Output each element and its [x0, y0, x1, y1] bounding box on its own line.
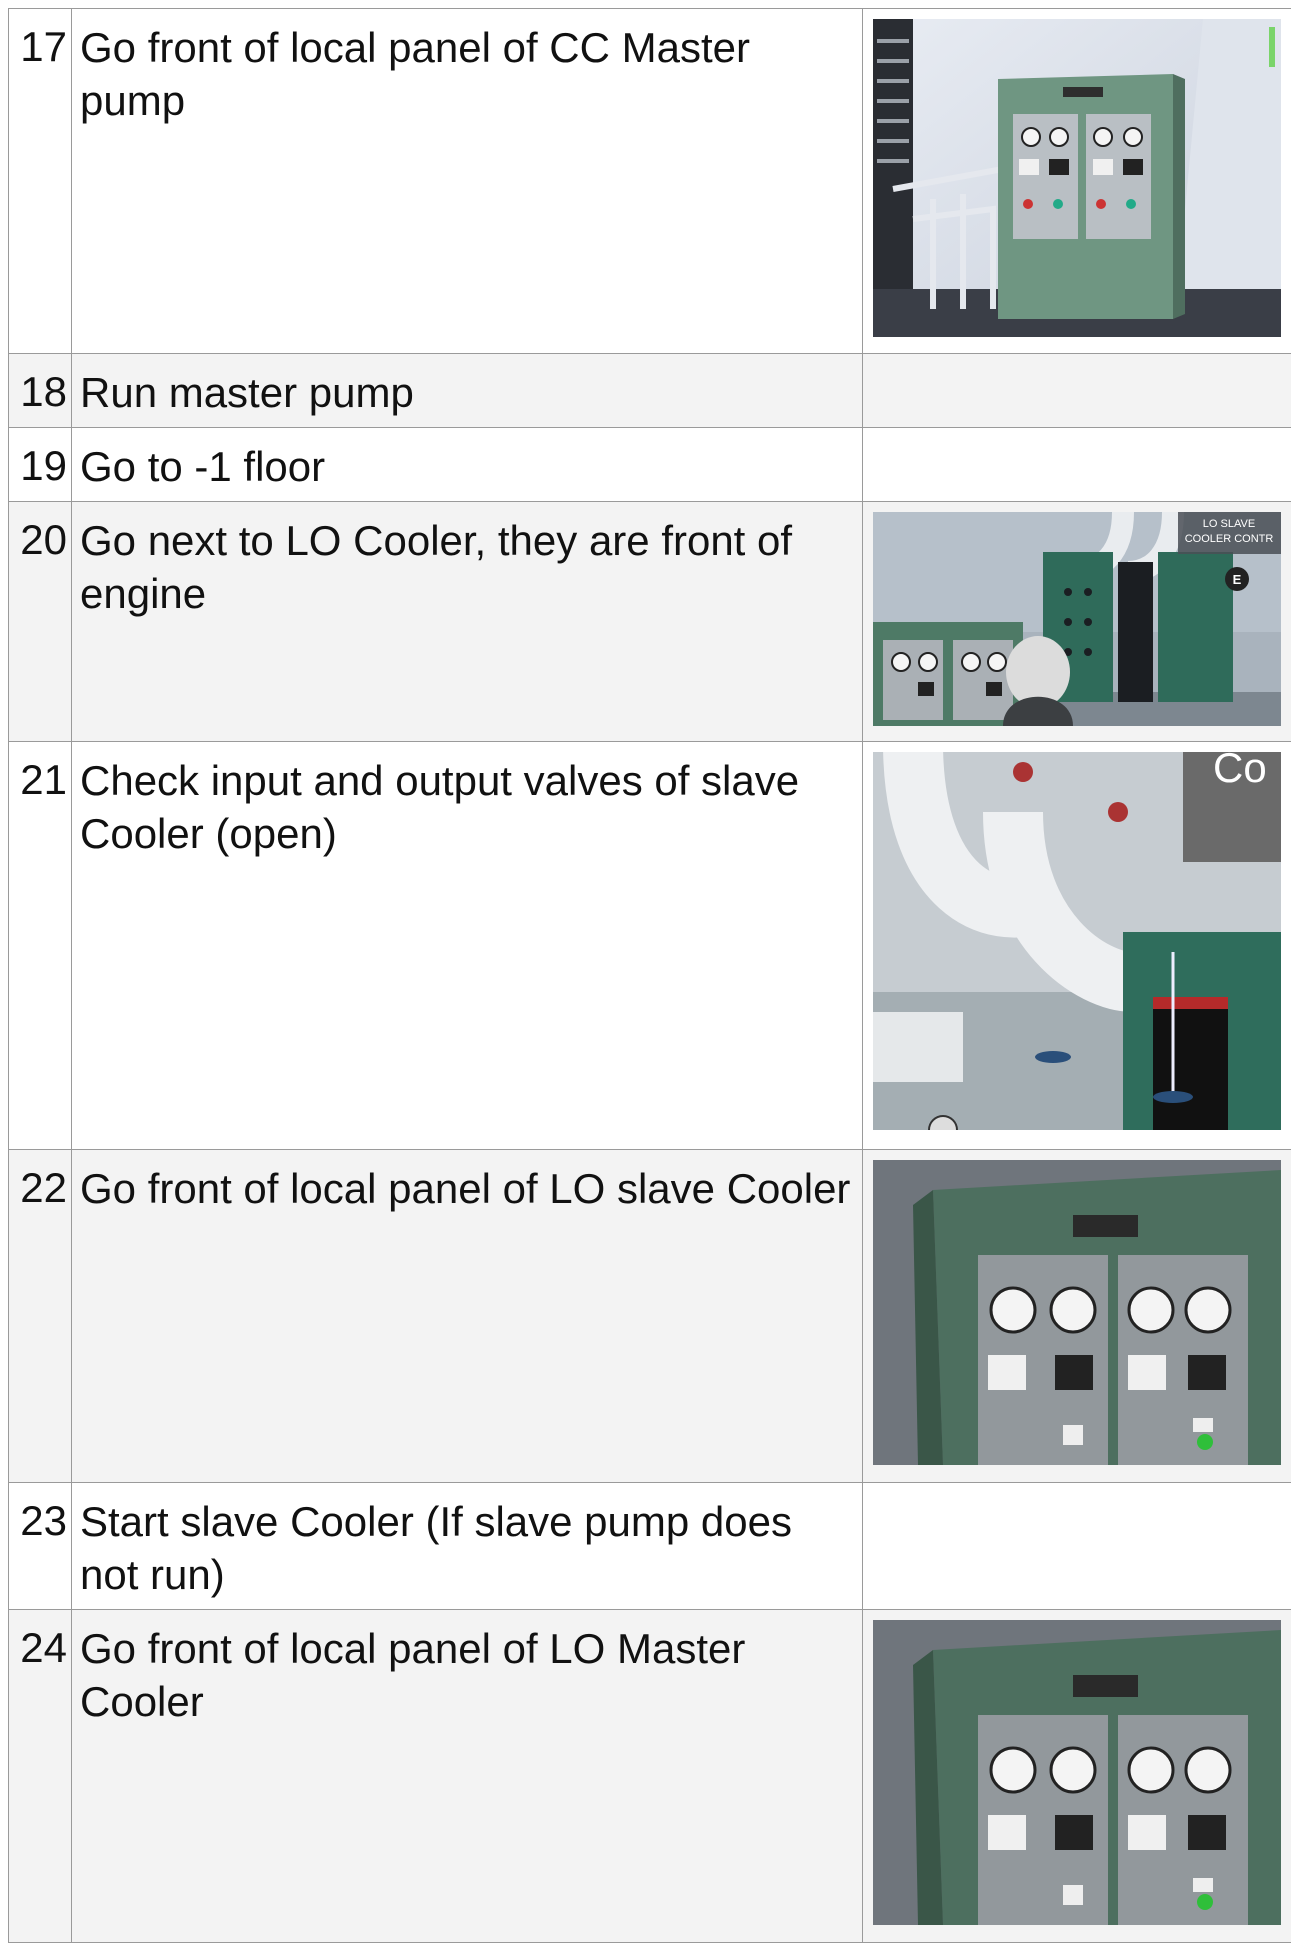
- key-hint-icon: E: [1233, 572, 1242, 587]
- step-number: 22: [8, 1150, 72, 1482]
- step-image-cell: [863, 1150, 1291, 1482]
- cc-master-pump-panel-image: [873, 19, 1281, 337]
- step-image-cell: [863, 1483, 1291, 1609]
- table-row: 23 Start slave Cooler (If slave pump doe…: [8, 1482, 1291, 1609]
- step-instruction: Go to -1 floor: [72, 428, 863, 501]
- step-instruction: Go front of local panel of CC Master pum…: [72, 9, 863, 353]
- step-image-cell: LO SLAVE COOLER CONTR E: [863, 502, 1291, 741]
- step-instruction: Go front of local panel of LO slave Cool…: [72, 1150, 863, 1482]
- table-row: 19 Go to -1 floor: [8, 427, 1291, 501]
- procedure-table: 17 Go front of local panel of CC Master …: [8, 8, 1291, 1943]
- step-instruction: Check input and output valves of slave C…: [72, 742, 863, 1149]
- slave-cooler-valves-image: Co: [873, 752, 1281, 1130]
- step-image-cell: [863, 1610, 1291, 1942]
- step-instruction: Start slave Cooler (If slave pump does n…: [72, 1483, 863, 1609]
- step-image-cell: Co: [863, 742, 1291, 1149]
- step-image-cell: [863, 9, 1291, 353]
- table-row: 22 Go front of local panel of LO slave C…: [8, 1149, 1291, 1482]
- step-number: 23: [8, 1483, 72, 1609]
- overlay-label: LO SLAVE: [1203, 518, 1255, 530]
- table-row: 20 Go next to LO Cooler, they are front …: [8, 501, 1291, 741]
- overlay-label: Co: [1213, 752, 1267, 791]
- overlay-label: COOLER CONTR: [1185, 533, 1274, 545]
- table-row: 21 Check input and output valves of slav…: [8, 741, 1291, 1149]
- step-number: 18: [8, 354, 72, 427]
- lo-cooler-local-panel-image: [873, 1620, 1281, 1925]
- step-instruction: Run master pump: [72, 354, 863, 427]
- step-number: 24: [8, 1610, 72, 1942]
- table-row: 18 Run master pump: [8, 353, 1291, 427]
- step-number: 19: [8, 428, 72, 501]
- step-image-cell: [863, 354, 1291, 427]
- lo-cooler-scene-image: LO SLAVE COOLER CONTR E: [873, 512, 1281, 726]
- step-instruction: Go next to LO Cooler, they are front of …: [72, 502, 863, 741]
- step-number: 20: [8, 502, 72, 741]
- table-row: 17 Go front of local panel of CC Master …: [8, 8, 1291, 353]
- step-number: 21: [8, 742, 72, 1149]
- lo-cooler-local-panel-image: [873, 1160, 1281, 1465]
- step-instruction: Go front of local panel of LO Master Coo…: [72, 1610, 863, 1942]
- step-number: 17: [8, 9, 72, 353]
- step-image-cell: [863, 428, 1291, 501]
- table-row: 24 Go front of local panel of LO Master …: [8, 1609, 1291, 1943]
